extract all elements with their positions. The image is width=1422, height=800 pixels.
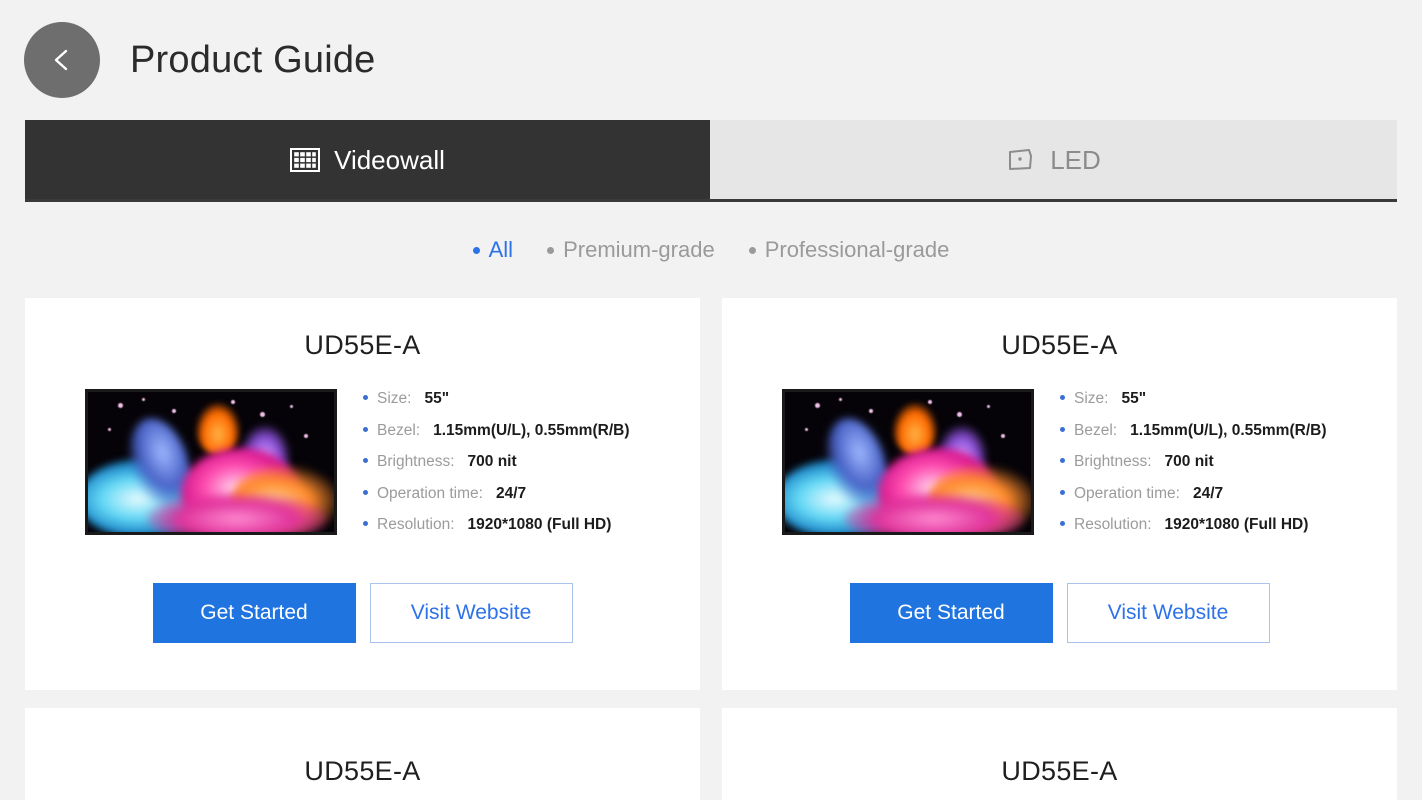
bullet-icon [1060,458,1065,463]
spec-key: Brightness: [1074,453,1152,470]
chevron-left-icon [45,43,79,77]
spec-key: Operation time: [377,484,483,502]
spec-key: Brightness: [377,453,455,470]
spec-key: Operation time: [1074,484,1180,502]
spec-row: Brightness: 700 nit [363,454,629,470]
grade-filter-bar: All Premium-grade Professional-grade [0,202,1422,298]
product-title: UD55E-A [1001,756,1118,786]
spec-key: Size: [1074,390,1109,407]
spec-row: Brightness: 700 nit [1060,454,1326,470]
product-splash-thumbnail [782,389,1034,535]
spec-value: 55" [424,390,450,407]
filter-professional-grade-label: Professional-grade [764,237,950,262]
product-title: UD55E-A [1001,330,1118,360]
product-spec-list: Size: 55" Bezel: 1.15mm(U/L), 0.55mm(R/B… [1060,389,1326,549]
product-card[interactable]: UD55E-A [25,298,700,690]
bullet-icon [472,246,480,254]
spec-value: 24/7 [1192,484,1224,502]
product-card[interactable]: UD55E-A [722,708,1397,800]
bullet-icon [363,521,368,526]
product-spec-list: Size: 55" Bezel: 1.15mm(U/L), 0.55mm(R/B… [363,389,629,549]
tab-videowall[interactable]: Videowall [25,120,710,199]
spec-key: Bezel: [1074,421,1118,439]
spec-value: 700 nit [467,453,517,470]
bullet-icon [363,395,368,400]
bullet-icon [748,246,756,254]
spec-value: 1.15mm(U/L), 0.55mm(R/B) [1130,421,1327,439]
product-splash-thumbnail [85,389,337,535]
videowall-grid-icon [290,147,321,172]
visit-website-button[interactable]: Visit Website [1066,582,1270,643]
spec-row: Bezel: 1.15mm(U/L), 0.55mm(R/B) [363,421,630,439]
filter-premium-grade[interactable]: Premium-grade [547,237,715,263]
product-card-actions: Get Started Visit Website [152,582,573,643]
spec-key: Size: [377,390,412,407]
spec-value: 700 nit [1164,453,1214,470]
bullet-icon [363,489,368,495]
spec-row: Operation time: 24/7 [1060,484,1326,502]
tab-led-label: LED [1050,144,1101,175]
product-title: UD55E-A [304,756,421,786]
product-card-body: Size: 55" Bezel: 1.15mm(U/L), 0.55mm(R/B… [722,389,1397,549]
product-title: UD55E-A [304,330,421,360]
spec-value: 24/7 [495,484,527,502]
category-tabs: Videowall LED [25,120,1397,202]
spec-row: Size: 55" [363,391,629,407]
product-card-actions: Get Started Visit Website [849,582,1270,643]
product-card[interactable]: UD55E-A [722,298,1397,690]
get-started-button[interactable]: Get Started [849,582,1053,643]
page-header: Product Guide [0,0,1422,120]
spec-value: 55" [1121,390,1147,407]
bullet-icon [363,426,368,432]
tab-videowall-label: Videowall [334,144,445,175]
tab-led[interactable]: LED [710,120,1397,199]
bullet-icon [1060,426,1065,432]
filter-premium-grade-label: Premium-grade [563,237,715,262]
filter-professional-grade[interactable]: Professional-grade [748,237,950,263]
spec-row: Resolution: 1920*1080 (Full HD) [1060,517,1326,533]
bullet-icon [1060,521,1065,526]
page-title: Product Guide [130,38,376,81]
product-card[interactable]: UD55E-A [25,708,700,800]
spec-row: Resolution: 1920*1080 (Full HD) [363,517,629,533]
spec-value: 1.15mm(U/L), 0.55mm(R/B) [433,421,630,439]
bullet-icon [1060,489,1065,495]
get-started-button[interactable]: Get Started [152,582,356,643]
bullet-icon [547,246,555,254]
visit-website-button[interactable]: Visit Website [369,582,573,643]
spec-key: Resolution: [377,516,455,533]
bullet-icon [363,458,368,463]
spec-value: 1920*1080 (Full HD) [1164,516,1309,533]
bullet-icon [1060,395,1065,400]
spec-key: Resolution: [1074,516,1152,533]
filter-all-label: All [488,237,514,262]
spec-row: Operation time: 24/7 [363,484,629,502]
back-button[interactable] [24,22,100,98]
product-card-body: Size: 55" Bezel: 1.15mm(U/L), 0.55mm(R/B… [25,389,700,549]
filter-all[interactable]: All [472,237,514,263]
spec-row: Size: 55" [1060,391,1326,407]
led-panel-icon [1006,147,1036,173]
spec-key: Bezel: [377,421,421,439]
spec-value: 1920*1080 (Full HD) [467,516,612,533]
spec-row: Bezel: 1.15mm(U/L), 0.55mm(R/B) [1060,421,1327,439]
product-card-grid: UD55E-A Size: 55" Bezel: 1.15mm(U/L), 0.… [25,298,1397,800]
